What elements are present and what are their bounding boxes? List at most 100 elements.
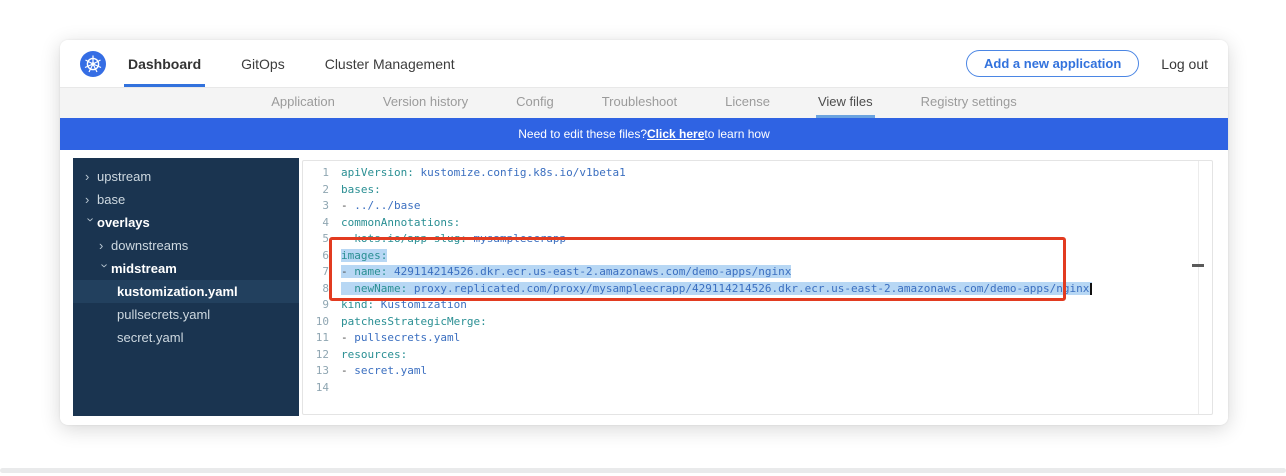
subnav-tab-troubleshoot[interactable]: Troubleshoot: [600, 88, 679, 118]
chevron-icon: ›: [85, 218, 98, 230]
line-number: 5: [303, 231, 329, 248]
line-number: 12: [303, 347, 329, 364]
file-tree-item-overlays[interactable]: › overlays: [73, 211, 299, 234]
code-line[interactable]: 12 resources:: [303, 347, 1212, 364]
code-line[interactable]: 10 patchesStrategicMerge:: [303, 314, 1212, 331]
line-number: 11: [303, 330, 329, 347]
topnav-tab-label: GitOps: [241, 56, 285, 72]
add-new-application-button[interactable]: Add a new application: [966, 50, 1139, 77]
line-number: 2: [303, 182, 329, 199]
line-content: newName: proxy.replicated.com/proxy/mysa…: [341, 281, 1212, 298]
subnav-tab-label: Version history: [383, 94, 468, 109]
line-content: - pullsecrets.yaml: [341, 330, 1212, 347]
subnav-tab-label: Registry settings: [921, 94, 1017, 109]
code-line[interactable]: 3 - ../../base: [303, 198, 1212, 215]
line-number: 6: [303, 248, 329, 265]
edit-files-banner: Need to edit these files? Click here to …: [60, 118, 1228, 150]
file-tree-item-label: downstreams: [111, 238, 188, 253]
banner-text-after: to learn how: [704, 127, 769, 141]
topnav-tabs: Dashboard GitOps Cluster Management: [124, 40, 491, 87]
subnav-tab-label: Config: [516, 94, 554, 109]
file-tree-item-pullsecrets-yaml[interactable]: pullsecrets.yaml: [73, 303, 299, 326]
topnav-tab-label: Cluster Management: [325, 56, 455, 72]
editor-scroll-position-marker[interactable]: [1192, 264, 1204, 267]
line-content: bases:: [341, 182, 1212, 199]
line-number: 7: [303, 264, 329, 281]
file-tree-item-kustomization-yaml[interactable]: kustomization.yaml: [73, 280, 299, 303]
admin-console-window: Dashboard GitOps Cluster Management Add …: [60, 40, 1228, 425]
line-content: [341, 380, 1212, 397]
code-line[interactable]: 14: [303, 380, 1212, 397]
file-tree-item-label: overlays: [97, 215, 150, 230]
subnav-tab-label: License: [725, 94, 770, 109]
top-navigation: Dashboard GitOps Cluster Management Add …: [60, 40, 1228, 88]
view-files-content: › upstream › base › overlays › downstrea…: [60, 150, 1228, 424]
line-number: 13: [303, 363, 329, 380]
code-line[interactable]: 4 commonAnnotations:: [303, 215, 1212, 232]
logout-link[interactable]: Log out: [1161, 56, 1208, 72]
line-content: - ../../base: [341, 198, 1212, 215]
line-number: 9: [303, 297, 329, 314]
code-line[interactable]: 6 images:: [303, 248, 1212, 265]
file-tree-item-label: midstream: [111, 261, 177, 276]
topnav-tab-cluster-management[interactable]: Cluster Management: [321, 40, 459, 87]
line-content: apiVersion: kustomize.config.k8s.io/v1be…: [341, 165, 1212, 182]
file-tree-item-secret-yaml[interactable]: secret.yaml: [73, 326, 299, 349]
subnav-tab-view-files[interactable]: View files: [816, 88, 875, 118]
code-line[interactable]: 8 newName: proxy.replicated.com/proxy/my…: [303, 281, 1212, 298]
line-content: kind: Kustomization: [341, 297, 1212, 314]
text-cursor: [1090, 283, 1092, 295]
line-number: 1: [303, 165, 329, 182]
line-content: - name: 429114214526.dkr.ecr.us-east-2.a…: [341, 264, 1212, 281]
line-number: 3: [303, 198, 329, 215]
file-tree-item-downstreams[interactable]: › downstreams: [73, 234, 299, 257]
line-content: - secret.yaml: [341, 363, 1212, 380]
subnav-tab-license[interactable]: License: [723, 88, 772, 118]
code-line[interactable]: 13 - secret.yaml: [303, 363, 1212, 380]
editor-overview-ruler: [1198, 161, 1199, 414]
line-content: kots.io/app-slug: mysampleecrapp: [341, 231, 1212, 248]
file-tree-item-midstream[interactable]: › midstream: [73, 257, 299, 280]
file-tree-item-label: kustomization.yaml: [117, 284, 238, 299]
banner-text-before: Need to edit these files?: [518, 127, 647, 141]
subnav-tab-version-history[interactable]: Version history: [381, 88, 470, 118]
banner-click-here-link[interactable]: Click here: [647, 127, 704, 141]
file-tree-item-label: base: [97, 192, 125, 207]
subnav-tab-label: Application: [271, 94, 335, 109]
code-line[interactable]: 1 apiVersion: kustomize.config.k8s.io/v1…: [303, 165, 1212, 182]
subnav-tab-config[interactable]: Config: [514, 88, 556, 118]
line-number: 4: [303, 215, 329, 232]
code-line[interactable]: 2 bases:: [303, 182, 1212, 199]
file-tree-sidebar: › upstream › base › overlays › downstrea…: [73, 158, 299, 416]
code-line[interactable]: 5 kots.io/app-slug: mysampleecrapp: [303, 231, 1212, 248]
code-line[interactable]: 11 - pullsecrets.yaml: [303, 330, 1212, 347]
topnav-tab-gitops[interactable]: GitOps: [237, 40, 289, 87]
line-content: commonAnnotations:: [341, 215, 1212, 232]
file-tree-item-label: pullsecrets.yaml: [117, 307, 210, 322]
file-tree-item-label: secret.yaml: [117, 330, 183, 345]
subnav-tab-label: View files: [818, 94, 873, 109]
line-number: 10: [303, 314, 329, 331]
topnav-right: Add a new application Log out: [966, 40, 1208, 87]
line-number: 8: [303, 281, 329, 298]
chevron-icon: ›: [99, 264, 112, 276]
code-line[interactable]: 7 - name: 429114214526.dkr.ecr.us-east-2…: [303, 264, 1212, 281]
chevron-icon: ›: [99, 239, 111, 252]
app-sub-navigation: Application Version history Config Troub…: [60, 88, 1228, 118]
line-content: images:: [341, 248, 1212, 265]
topnav-tab-label: Dashboard: [128, 56, 201, 72]
file-tree-item-label: upstream: [97, 169, 151, 184]
subnav-tab-label: Troubleshoot: [602, 94, 677, 109]
topnav-tab-dashboard[interactable]: Dashboard: [124, 40, 205, 87]
page: Dashboard GitOps Cluster Management Add …: [0, 0, 1286, 476]
code-line[interactable]: 9 kind: Kustomization: [303, 297, 1212, 314]
file-tree-item-upstream[interactable]: › upstream: [73, 165, 299, 188]
line-content: patchesStrategicMerge:: [341, 314, 1212, 331]
subnav-tab-application[interactable]: Application: [269, 88, 337, 118]
subnav-tab-registry-settings[interactable]: Registry settings: [919, 88, 1019, 118]
file-tree-item-base[interactable]: › base: [73, 188, 299, 211]
kubernetes-logo-icon: [80, 51, 106, 77]
code-editor[interactable]: 1 apiVersion: kustomize.config.k8s.io/v1…: [302, 160, 1213, 415]
code-lines: 1 apiVersion: kustomize.config.k8s.io/v1…: [303, 161, 1212, 396]
chevron-icon: ›: [85, 193, 97, 206]
